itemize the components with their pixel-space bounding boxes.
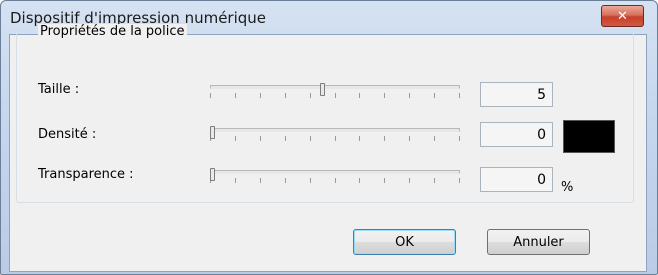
slider-tick: [359, 93, 360, 98]
ok-label: OK: [395, 234, 414, 250]
slider-tick: [384, 136, 385, 141]
transparency-value: 0: [537, 171, 546, 188]
close-icon: ✕: [617, 8, 628, 24]
group-title: Propriétés de la police: [38, 24, 187, 39]
density-slider-thumb[interactable]: [210, 126, 215, 139]
transparency-value-field[interactable]: 0: [480, 167, 553, 192]
ok-button[interactable]: OK: [353, 229, 456, 255]
slider-tick: [409, 178, 410, 183]
slider-tick: [335, 178, 336, 183]
slider-tick: [335, 93, 336, 98]
slider-tick: [434, 136, 435, 141]
density-value: 0: [537, 126, 546, 143]
slider-tick: [210, 93, 211, 98]
close-button[interactable]: ✕: [601, 5, 644, 27]
size-slider-ticks: [210, 93, 460, 99]
slider-tick: [459, 136, 460, 141]
size-slider-thumb[interactable]: [320, 83, 325, 96]
density-slider-track[interactable]: [210, 128, 460, 132]
slider-tick: [384, 178, 385, 183]
slider-tick: [310, 178, 311, 183]
density-value-field[interactable]: 0: [480, 122, 553, 147]
transparency-label: Transparence :: [38, 167, 134, 182]
slider-tick: [235, 178, 236, 183]
density-label: Densité :: [38, 127, 97, 142]
slider-tick: [434, 93, 435, 98]
slider-tick: [235, 93, 236, 98]
transparency-slider-thumb[interactable]: [210, 168, 215, 181]
size-label: Taille :: [38, 82, 80, 97]
density-slider-ticks: [210, 136, 460, 142]
size-slider-track[interactable]: [210, 85, 460, 89]
slider-tick: [384, 93, 385, 98]
slider-tick: [310, 136, 311, 141]
cancel-label: Annuler: [513, 234, 564, 250]
slider-tick: [359, 136, 360, 141]
size-value-field[interactable]: 5: [480, 82, 553, 107]
slider-tick: [409, 136, 410, 141]
slider-tick: [459, 93, 460, 98]
transparency-slider-ticks: [210, 178, 460, 184]
slider-tick: [285, 136, 286, 141]
density-color-swatch[interactable]: [563, 120, 615, 153]
slider-tick: [359, 178, 360, 183]
slider-tick: [260, 136, 261, 141]
slider-tick: [459, 178, 460, 183]
slider-tick: [260, 93, 261, 98]
size-value: 5: [537, 86, 546, 103]
slider-tick: [285, 93, 286, 98]
slider-tick: [409, 93, 410, 98]
slider-tick: [310, 93, 311, 98]
slider-tick: [260, 178, 261, 183]
cancel-button[interactable]: Annuler: [487, 229, 590, 255]
slider-tick: [285, 178, 286, 183]
slider-tick: [434, 178, 435, 183]
percent-unit: %: [561, 180, 574, 195]
slider-tick: [335, 136, 336, 141]
transparency-slider-track[interactable]: [210, 170, 460, 174]
slider-tick: [235, 136, 236, 141]
